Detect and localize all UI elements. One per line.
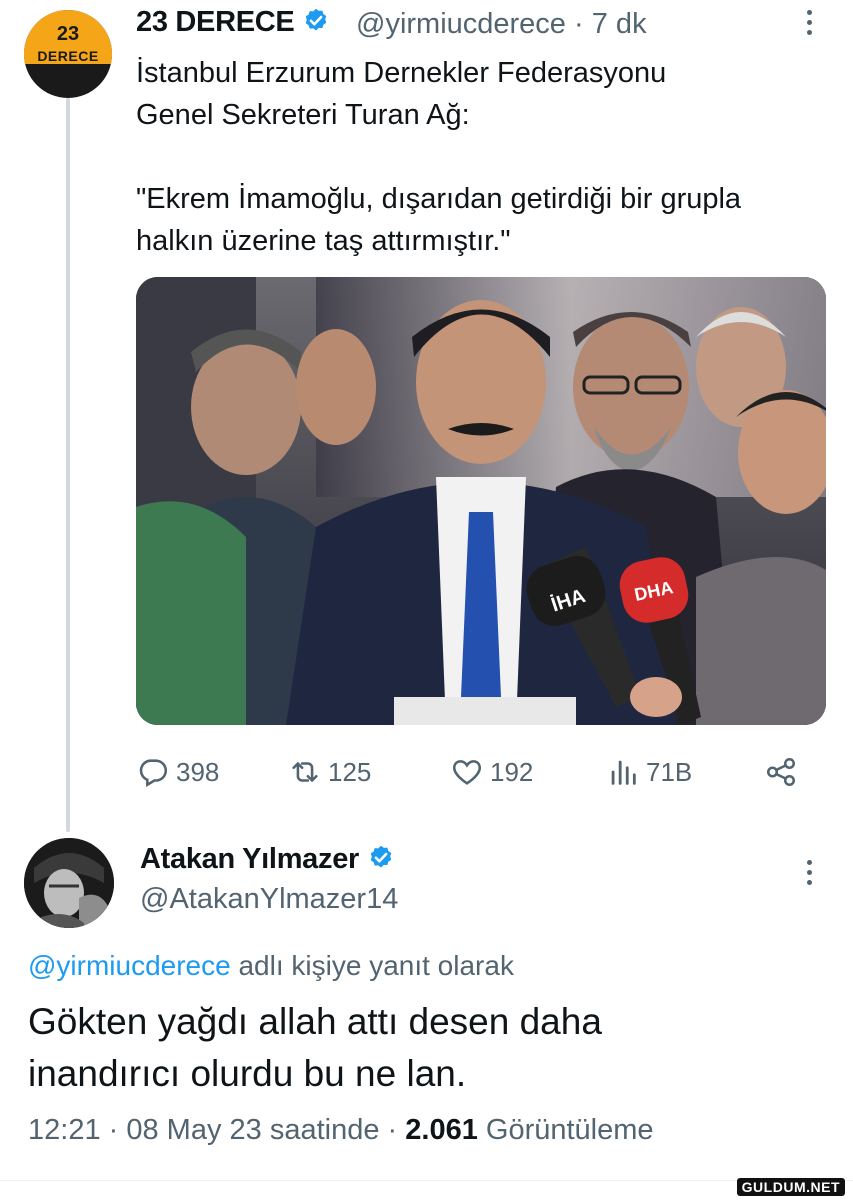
reply-text: Gökten yağdı allah attı desen daha inand…: [28, 1001, 602, 1094]
reply-views-label: Görüntüleme: [477, 1114, 654, 1146]
views-chart-icon: [611, 760, 636, 785]
heart-icon: [452, 760, 482, 785]
views-count: 71B: [646, 756, 693, 787]
retweet-button[interactable]: 125: [288, 752, 371, 792]
avatar-logo-word: DERECE: [24, 48, 112, 64]
reply-author-name-row[interactable]: Atakan Yılmazer: [140, 843, 395, 876]
views-button[interactable]: 71B: [606, 752, 692, 792]
divider: [0, 1180, 853, 1181]
verified-badge-icon: [305, 8, 327, 31]
reply-author-name[interactable]: Atakan Yılmazer: [140, 843, 359, 875]
reply-avatar-image: [24, 838, 114, 928]
tweet-author-name[interactable]: 23 DERECE: [136, 6, 295, 38]
retweet-icon: [292, 762, 318, 782]
verified-badge-icon: [370, 845, 392, 868]
replying-to-mention[interactable]: @yirmiucderece: [28, 950, 231, 981]
tweet-author-name-row[interactable]: 23 DERECE: [136, 6, 330, 39]
tweet-timestamp[interactable]: 7 dk: [592, 8, 647, 40]
reply-date[interactable]: 08 May 23 saatinde: [126, 1114, 379, 1146]
reply-views-count: 2.061: [405, 1114, 478, 1146]
reply-icon: [139, 759, 168, 788]
tweet-author-handle-row: @yirmiucderece · 7 dk: [356, 8, 647, 41]
meta-separator: ·: [379, 1114, 406, 1146]
tweet-author-handle[interactable]: @yirmiucderece: [356, 8, 566, 40]
like-button[interactable]: 192: [450, 752, 533, 792]
reply-time[interactable]: 12:21: [28, 1114, 101, 1146]
share-button[interactable]: [764, 752, 798, 792]
reply-button[interactable]: 398: [136, 752, 219, 792]
retweet-count: 125: [328, 756, 372, 787]
tweet-text: İstanbul Erzurum Dernekler Federasyonu G…: [136, 57, 742, 257]
tweet-photo[interactable]: İHA DHA: [136, 277, 826, 725]
share-icon: [766, 757, 796, 787]
thread-connector-line: [66, 98, 70, 832]
press-conference-photo: İHA DHA: [136, 277, 826, 725]
tweet-actions-bar: 398 125 192 71B: [136, 752, 826, 792]
reply-author-handle[interactable]: @AtakanYlmazer14: [140, 883, 398, 916]
reply-count: 398: [176, 756, 220, 787]
site-watermark: GULDUM.NET: [736, 1178, 845, 1196]
reply-author-avatar[interactable]: [24, 838, 114, 928]
header-separator: ·: [574, 8, 584, 40]
like-count: 192: [490, 756, 534, 787]
more-options-icon[interactable]: [806, 860, 812, 888]
tweet-author-avatar[interactable]: 23 DERECE: [24, 10, 112, 98]
meta-separator: ·: [100, 1114, 127, 1146]
replying-to-suffix: adlı kişiye yanıt olarak: [230, 950, 514, 981]
more-options-icon[interactable]: [806, 10, 812, 38]
reply-metadata: 12:21 · 08 May 23 saatinde · 2.061 Görün…: [28, 1114, 654, 1147]
replying-to-line: @yirmiucderece adlı kişiye yanıt olarak: [28, 950, 514, 982]
avatar-logo-number: 23: [56, 23, 80, 45]
